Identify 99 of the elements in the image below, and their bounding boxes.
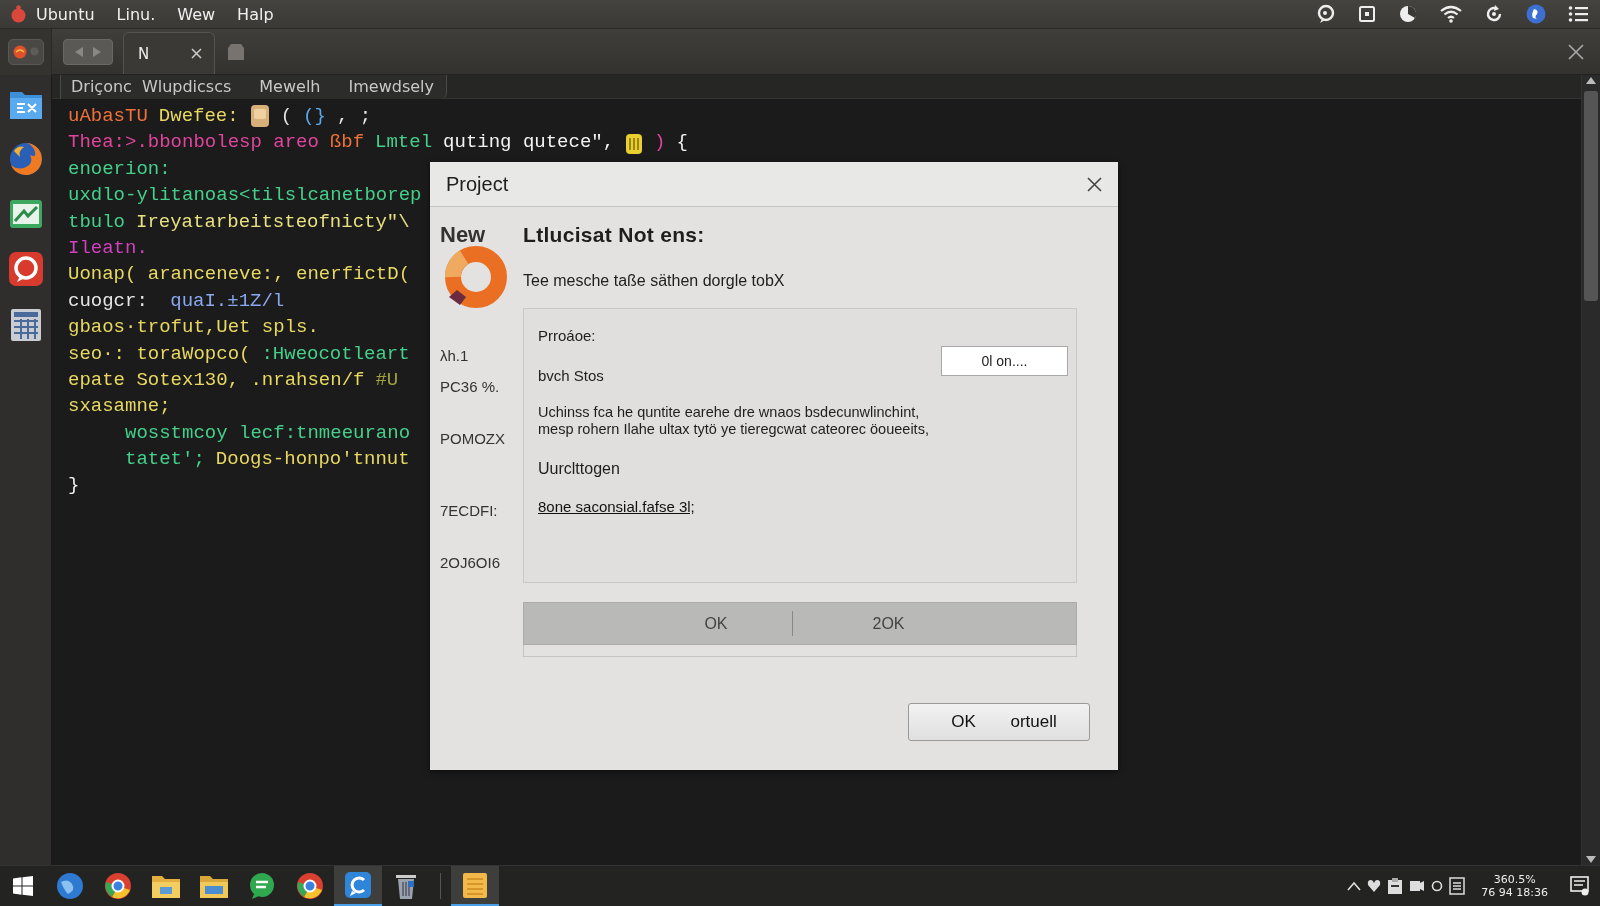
- code-text: :Hweocotleart: [261, 341, 410, 367]
- code-text: Doogs-honpo'tnnut: [215, 447, 410, 473]
- code-text: Uonap( aranceneve:, enerfictD(: [68, 262, 411, 288]
- segment-button[interactable]: OK: [524, 611, 793, 636]
- circle-icon[interactable]: [1431, 880, 1444, 892]
- ok-button[interactable]: OK ortuell: [908, 703, 1090, 741]
- date-text[interactable]: 76 94 18:36: [1481, 886, 1548, 899]
- menu-item[interactable]: Imewdsely: [348, 77, 434, 96]
- browser-icon[interactable]: [104, 872, 132, 900]
- input-field[interactable]: 0l on....: [941, 346, 1068, 376]
- trash-icon[interactable]: [394, 872, 418, 900]
- code-text: seo·: toraWopco(: [68, 341, 251, 367]
- up-arrow-icon[interactable]: [1585, 75, 1597, 85]
- code-text: Thea:>.bbonbolesp areo: [68, 130, 319, 156]
- scrollbar-thumb[interactable]: [1584, 91, 1598, 301]
- folder-icon[interactable]: [199, 873, 229, 899]
- down-arrow-icon[interactable]: [1585, 855, 1597, 865]
- code-text: quaI.±1Z/l: [169, 288, 285, 314]
- menu-item[interactable]: Driçonc: [71, 77, 132, 96]
- emoji-icon: [249, 104, 270, 129]
- chat-icon[interactable]: [7, 251, 44, 287]
- menu-item[interactable]: Wew: [177, 4, 216, 24]
- code-text: Lmtel: [375, 130, 433, 156]
- chat-icon[interactable]: [248, 872, 276, 900]
- dialog-heading: Ltlucisat Not ens:: [523, 222, 706, 248]
- windows-icon[interactable]: [12, 875, 34, 897]
- code-text: quting qutece",: [443, 130, 615, 156]
- menu-item[interactable]: Mewelh: [259, 77, 321, 96]
- dialog-message: Tee mesche taße säthen dorgle tobX: [523, 271, 786, 291]
- link[interactable]: 8one saconsial.fafse 3l;: [538, 497, 695, 517]
- document-icon[interactable]: [1449, 877, 1466, 895]
- code-text: (}: [303, 104, 326, 129]
- folder-icon[interactable]: [151, 873, 181, 899]
- side-label: 7ECDFI:: [440, 502, 499, 520]
- notes-icon[interactable]: [461, 871, 489, 899]
- menu-item[interactable]: Wlupdicscs: [141, 77, 232, 96]
- code-text: Ileatn.: [68, 235, 148, 261]
- globe-icon[interactable]: [56, 872, 84, 900]
- globe-icon[interactable]: [1526, 4, 1546, 24]
- side-label: λh.1: [440, 347, 470, 365]
- app-icon[interactable]: [344, 871, 372, 899]
- segment-button[interactable]: 2OK: [792, 603, 1076, 644]
- code-text: uxdlo-ylitanoas<tilslcanetborep: [68, 183, 422, 209]
- code-text: uAbasTU: [68, 104, 148, 129]
- code-text: epate Sotex130, .nrahsen/f: [68, 367, 365, 393]
- close-icon[interactable]: [1087, 176, 1102, 192]
- code-text: enoerion:: [68, 156, 171, 182]
- logo-icon: [10, 5, 27, 23]
- firefox-icon[interactable]: [7, 141, 44, 177]
- code-text: wosstmcoy lecf:tnmeeurano: [125, 420, 411, 446]
- code-text: Ireyatarbeitsteofnicty"\: [136, 209, 410, 235]
- clock-text[interactable]: 360.5%: [1493, 873, 1536, 886]
- code-text: (: [280, 104, 293, 129]
- image-icon[interactable]: [7, 197, 44, 231]
- menu-item[interactable]: Halp: [237, 4, 274, 24]
- code-text: }: [68, 473, 80, 499]
- notification-icon[interactable]: [1570, 876, 1590, 896]
- code-text: gbaos·trofut,Uet spls.: [68, 315, 319, 341]
- heart-icon[interactable]: [1367, 879, 1382, 893]
- menu-item[interactable]: Ubuntu: [36, 4, 95, 24]
- window-icon[interactable]: [1358, 5, 1376, 23]
- code-text: sxasamne;: [68, 394, 171, 420]
- logo-icon: [12, 44, 27, 59]
- side-label: PC36 %.: [440, 378, 501, 396]
- new-tab-icon[interactable]: [227, 41, 245, 62]
- dialog-title: Project: [446, 172, 509, 196]
- refresh-icon[interactable]: [1484, 4, 1504, 24]
- app-button[interactable]: [7, 38, 44, 65]
- chat-icon[interactable]: [1316, 4, 1336, 24]
- side-label: 2OJ6OI6: [440, 554, 502, 572]
- code-text: tbulo: [68, 209, 125, 235]
- menu-icon[interactable]: [1568, 5, 1588, 23]
- menu-item[interactable]: Linu.: [116, 4, 156, 24]
- taskbar-button[interactable]: [451, 866, 499, 906]
- taskbar-button[interactable]: [334, 866, 382, 906]
- code-text: , ;: [336, 104, 372, 129]
- code-text: tatet';: [125, 447, 205, 473]
- wifi-icon[interactable]: [1440, 5, 1462, 23]
- description-paragraph: Uchinss fca he quntite earehe dre wnaos bsdecunwlinchint, mesp rohern Ilahe ultax tytö ye tieregcwat cateorec öoueeits,: [538, 404, 930, 438]
- tab[interactable]: N: [123, 32, 215, 74]
- subtitle-text: bvch Stos: [538, 367, 605, 385]
- browser-icon[interactable]: [296, 872, 324, 900]
- field-label: Prroáoe:: [538, 327, 597, 346]
- code-text: ßbf: [329, 130, 365, 156]
- code-text: Dwefee:: [158, 104, 239, 129]
- section-label: Uurclttogen: [538, 459, 621, 479]
- clipboard-icon[interactable]: [1387, 877, 1404, 895]
- scrollbar[interactable]: [1581, 75, 1600, 865]
- donut-icon: [444, 245, 508, 309]
- code-text: cuogcr:: [68, 288, 148, 314]
- side-label: POMOZX: [440, 430, 506, 448]
- code-text: ): [654, 130, 666, 156]
- chevron-up-icon[interactable]: [1347, 881, 1362, 891]
- code-text: #U: [375, 367, 399, 393]
- close-icon[interactable]: [1568, 43, 1584, 60]
- spreadsheet-icon[interactable]: [8, 307, 43, 343]
- pie-icon[interactable]: [1398, 4, 1418, 24]
- badge-text: New: [440, 223, 487, 247]
- code-text: {: [676, 130, 688, 156]
